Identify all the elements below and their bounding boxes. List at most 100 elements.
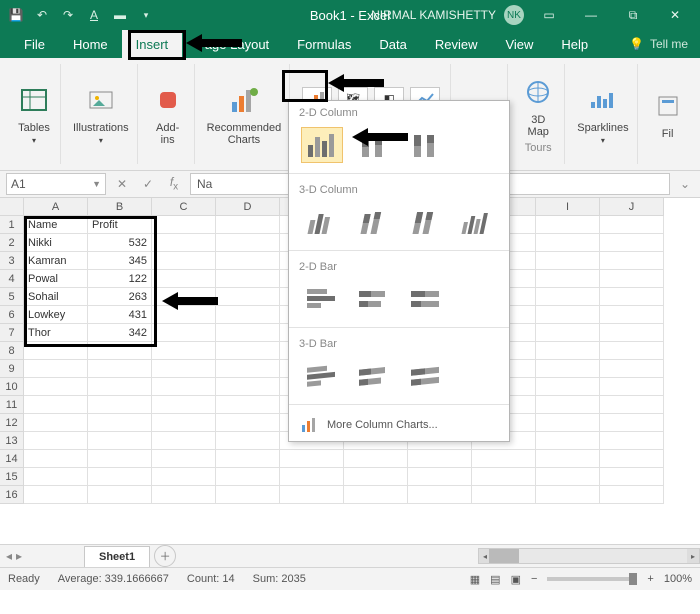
cell-B6[interactable]: 431 — [88, 306, 152, 324]
cell-J2[interactable] — [600, 234, 664, 252]
cell-I4[interactable] — [536, 270, 600, 288]
cell-F15[interactable] — [344, 468, 408, 486]
cell-C11[interactable] — [152, 396, 216, 414]
col-header-B[interactable]: B — [88, 198, 152, 216]
cell-E14[interactable] — [280, 450, 344, 468]
cell-F14[interactable] — [344, 450, 408, 468]
cell-J11[interactable] — [600, 396, 664, 414]
view-pagebreak-icon[interactable]: ▣ — [511, 573, 521, 586]
clustered-column-option[interactable] — [301, 127, 343, 163]
cell-A16[interactable] — [24, 486, 88, 504]
cell-D16[interactable] — [216, 486, 280, 504]
select-all-corner[interactable] — [0, 198, 24, 216]
sheet-tab-sheet1[interactable]: Sheet1 — [84, 546, 150, 567]
cell-D4[interactable] — [216, 270, 280, 288]
3d-100-stacked-bar-option[interactable] — [405, 358, 447, 394]
view-normal-icon[interactable]: ▦ — [470, 573, 480, 586]
cell-D6[interactable] — [216, 306, 280, 324]
cell-J9[interactable] — [600, 360, 664, 378]
row-header-9[interactable]: 9 — [0, 360, 24, 378]
cell-I11[interactable] — [536, 396, 600, 414]
cell-J4[interactable] — [600, 270, 664, 288]
zoom-slider[interactable] — [547, 577, 637, 581]
stacked-column-option[interactable] — [353, 127, 395, 163]
cell-C7[interactable] — [152, 324, 216, 342]
cell-J14[interactable] — [600, 450, 664, 468]
cell-B16[interactable] — [88, 486, 152, 504]
cell-D8[interactable] — [216, 342, 280, 360]
row-header-6[interactable]: 6 — [0, 306, 24, 324]
col-header-I[interactable]: I — [536, 198, 600, 216]
cell-A7[interactable]: Thor — [24, 324, 88, 342]
cell-J5[interactable] — [600, 288, 664, 306]
cell-G16[interactable] — [408, 486, 472, 504]
cell-A5[interactable]: Sohail — [24, 288, 88, 306]
cell-H14[interactable] — [472, 450, 536, 468]
ribbon-options-icon[interactable]: ▭ — [532, 0, 566, 30]
cell-I8[interactable] — [536, 342, 600, 360]
cell-A13[interactable] — [24, 432, 88, 450]
cell-B2[interactable]: 532 — [88, 234, 152, 252]
cell-C14[interactable] — [152, 450, 216, 468]
3d-stacked-column-option[interactable] — [353, 204, 395, 240]
cell-J3[interactable] — [600, 252, 664, 270]
cell-B12[interactable] — [88, 414, 152, 432]
cell-I1[interactable] — [536, 216, 600, 234]
row-header-5[interactable]: 5 — [0, 288, 24, 306]
cell-C4[interactable] — [152, 270, 216, 288]
row-header-2[interactable]: 2 — [0, 234, 24, 252]
cell-A6[interactable]: Lowkey — [24, 306, 88, 324]
avatar[interactable]: NK — [504, 5, 524, 25]
cell-J8[interactable] — [600, 342, 664, 360]
cell-C15[interactable] — [152, 468, 216, 486]
cell-I3[interactable] — [536, 252, 600, 270]
cell-C12[interactable] — [152, 414, 216, 432]
100-stacked-bar-option[interactable] — [405, 281, 447, 317]
cancel-formula-icon[interactable]: ✕ — [112, 177, 132, 191]
cell-B9[interactable] — [88, 360, 152, 378]
cell-B15[interactable] — [88, 468, 152, 486]
cell-D3[interactable] — [216, 252, 280, 270]
cell-A15[interactable] — [24, 468, 88, 486]
cell-I9[interactable] — [536, 360, 600, 378]
cell-J1[interactable] — [600, 216, 664, 234]
cell-C3[interactable] — [152, 252, 216, 270]
cell-J10[interactable] — [600, 378, 664, 396]
save-icon[interactable]: 💾 — [8, 7, 24, 23]
cell-I2[interactable] — [536, 234, 600, 252]
cell-D1[interactable] — [216, 216, 280, 234]
row-header-4[interactable]: 4 — [0, 270, 24, 288]
row-header-15[interactable]: 15 — [0, 468, 24, 486]
sheet-nav-next-icon[interactable]: ▸ — [16, 549, 22, 563]
cell-C5[interactable] — [152, 288, 216, 306]
3d-column-option[interactable] — [456, 204, 498, 240]
cell-B14[interactable] — [88, 450, 152, 468]
cell-C9[interactable] — [152, 360, 216, 378]
tab-view[interactable]: View — [491, 30, 547, 58]
cell-J16[interactable] — [600, 486, 664, 504]
cell-B1[interactable]: Profit — [88, 216, 152, 234]
cell-H15[interactable] — [472, 468, 536, 486]
row-header-13[interactable]: 13 — [0, 432, 24, 450]
stacked-bar-option[interactable] — [353, 281, 395, 317]
cell-H16[interactable] — [472, 486, 536, 504]
cell-C1[interactable] — [152, 216, 216, 234]
cell-A8[interactable] — [24, 342, 88, 360]
cell-D12[interactable] — [216, 414, 280, 432]
tab-review[interactable]: Review — [421, 30, 492, 58]
cell-I15[interactable] — [536, 468, 600, 486]
cell-D15[interactable] — [216, 468, 280, 486]
cell-D13[interactable] — [216, 432, 280, 450]
tab-help[interactable]: Help — [547, 30, 602, 58]
cell-C2[interactable] — [152, 234, 216, 252]
3d-100-stacked-column-option[interactable] — [404, 204, 446, 240]
zoom-out-button[interactable]: − — [531, 573, 537, 585]
undo-icon[interactable]: ↶ — [34, 7, 50, 23]
zoom-in-button[interactable]: + — [647, 573, 653, 585]
cell-I13[interactable] — [536, 432, 600, 450]
add-sheet-button[interactable]: ＋ — [154, 545, 176, 567]
cell-C8[interactable] — [152, 342, 216, 360]
3d-clustered-bar-option[interactable] — [301, 358, 343, 394]
minimize-button[interactable]: — — [574, 0, 608, 30]
cell-E15[interactable] — [280, 468, 344, 486]
